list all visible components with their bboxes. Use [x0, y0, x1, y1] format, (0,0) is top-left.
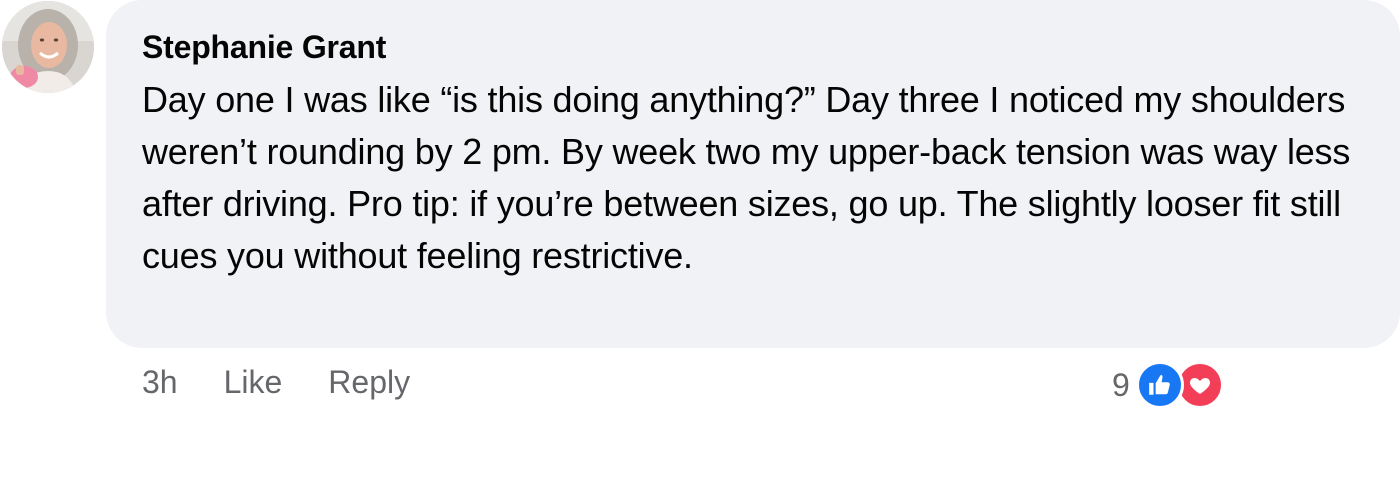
comment-timestamp[interactable]: 3h [142, 364, 178, 401]
avatar[interactable] [2, 1, 94, 93]
comment-author[interactable]: Stephanie Grant [142, 28, 1364, 66]
like-button[interactable]: Like [224, 364, 283, 401]
like-icon [1135, 361, 1184, 409]
comment: Stephanie Grant Day one I was like “is t… [0, 0, 1400, 500]
reactions-summary[interactable]: 9 [1112, 359, 1224, 411]
reaction-count: 9 [1112, 366, 1130, 403]
reply-button[interactable]: Reply [328, 364, 410, 401]
comment-actions: 3h Like Reply [142, 362, 410, 402]
avatar-photo [2, 1, 94, 93]
comment-text: Day one I was like “is this doing anythi… [142, 79, 1351, 276]
comment-bubble: Stephanie Grant Day one I was like “is t… [106, 0, 1400, 348]
